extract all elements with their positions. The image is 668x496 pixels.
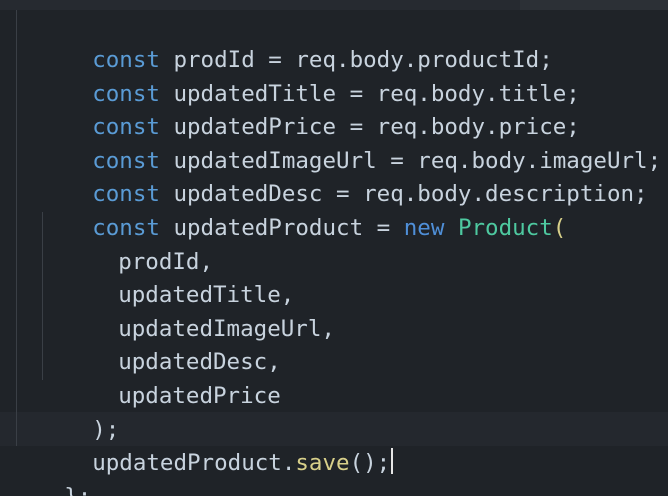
editor-top-bar — [0, 0, 668, 10]
keyword-new: new — [403, 214, 445, 241]
code-line-9[interactable]: updatedImageUrl, — [64, 279, 335, 342]
code-line-11[interactable]: updatedPrice — [64, 346, 281, 409]
code-line-8[interactable]: updatedTitle, — [64, 245, 294, 308]
code-text: }; — [64, 484, 91, 496]
text-cursor — [391, 448, 394, 475]
editor-top-bar-segment — [520, 0, 668, 10]
code-line-5[interactable]: const updatedDesc = req.body.description… — [38, 144, 647, 207]
code-editor[interactable]: const prodId = req.body.productId; const… — [0, 0, 668, 496]
code-text: (); — [349, 449, 391, 476]
indent-guide-outer — [16, 10, 17, 446]
code-line-1[interactable]: const prodId = req.body.productId; — [38, 10, 553, 73]
method-name: save — [295, 449, 350, 476]
class-name: Product — [457, 214, 553, 241]
code-line-6[interactable]: const updatedProduct = new Product( — [38, 178, 566, 241]
code-line-7[interactable]: prodId, — [64, 212, 213, 275]
code-paren: ( — [552, 214, 567, 241]
code-line-13[interactable]: updatedProduct.save(); — [38, 413, 394, 476]
code-line-14[interactable]: }; — [10, 447, 91, 496]
code-line-2[interactable]: const updatedTitle = req.body.title; — [38, 44, 580, 107]
code-line-4[interactable]: const updatedImageUrl = req.body.imageUr… — [38, 111, 661, 174]
code-text: updatedProduct. — [92, 449, 296, 476]
code-line-10[interactable]: updatedDesc, — [64, 312, 281, 375]
code-line-3[interactable]: const updatedPrice = req.body.price; — [38, 77, 580, 140]
code-line-12[interactable]: ); — [38, 380, 119, 443]
code-text: updatedPrice — [118, 382, 281, 409]
